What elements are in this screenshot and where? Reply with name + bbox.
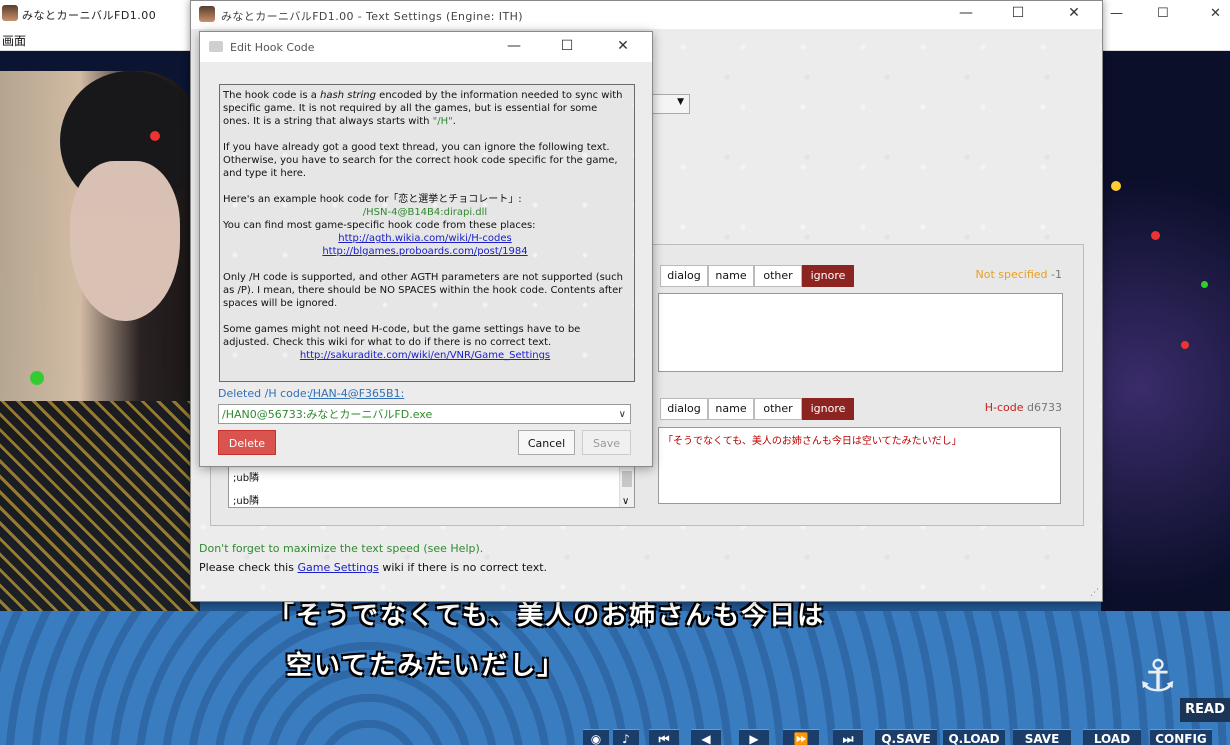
qload-button[interactable]: Q.LOAD xyxy=(943,729,1005,745)
help-emphasis: hash string xyxy=(320,90,376,101)
thread-status-label: H-code xyxy=(984,401,1024,414)
wiki-hint: Please check this Game Settings wiki if … xyxy=(199,561,547,574)
thread-status-value: -1 xyxy=(1051,268,1062,281)
speed-hint: Don't forget to maximize the text speed … xyxy=(199,542,484,555)
role-dialog-button[interactable]: dialog xyxy=(660,398,708,420)
maximize-icon[interactable]: ☐ xyxy=(1157,6,1169,21)
help-paragraph: You can find most game-specific hook cod… xyxy=(223,220,536,231)
list-item: ;ub隣 xyxy=(233,473,260,484)
role-name-button[interactable]: name xyxy=(708,265,754,287)
agth-wiki-link[interactable]: http://agth.wikia.com/wiki/H-codes xyxy=(223,232,627,245)
thread1-roles: dialog name other ignore Not specified -… xyxy=(660,265,1062,287)
minimize-icon[interactable]: — xyxy=(499,38,529,54)
skip-next-icon[interactable]: ⏭ xyxy=(833,729,863,745)
minimize-icon[interactable]: — xyxy=(1110,6,1123,21)
game-window-title: みなとカーニバルFD1.00 xyxy=(22,9,157,22)
chevron-down-icon[interactable]: ∨ xyxy=(619,405,626,425)
close-icon[interactable]: ✕ xyxy=(1059,5,1089,21)
scene-night-lights xyxy=(1101,51,1230,611)
decor-light xyxy=(1181,341,1189,349)
dialog-line: 空いてたみたいだし」 xyxy=(286,651,566,681)
thread2-status: H-code d6733 xyxy=(910,401,1062,414)
wiki-hint-suffix: wiki if there is no correct text. xyxy=(378,561,548,574)
settings-window-title: みなとカーニバルFD1.00 - Text Settings (Engine: … xyxy=(221,10,523,23)
character-face xyxy=(70,161,180,321)
thread-status-label: Not specified xyxy=(975,268,1048,281)
help-paragraph: The hook code is a hash string encoded b… xyxy=(223,89,627,128)
deleted-hcode-link[interactable]: /HAN-4@F365B1: xyxy=(309,387,404,400)
game-settings-wiki-link[interactable]: http://sakuradite.com/wiki/en/VNR/Game_S… xyxy=(223,349,627,362)
voice-icon[interactable]: ♪ xyxy=(613,729,639,745)
hook-dialog-title: Edit Hook Code xyxy=(230,41,315,54)
scrollbar-thumb[interactable] xyxy=(622,471,632,487)
decor-light xyxy=(1151,231,1160,240)
cancel-button[interactable]: Cancel xyxy=(518,430,575,455)
role-other-button[interactable]: other xyxy=(754,398,802,420)
decor-light xyxy=(1111,181,1121,191)
decor-light xyxy=(150,131,160,141)
qsave-button[interactable]: Q.SAVE xyxy=(875,729,937,745)
thread2-text-box[interactable]: 「そうでなくても、美人のお姉さんも今日は空いてたみたいだし」 xyxy=(658,427,1061,504)
role-name-button[interactable]: name xyxy=(708,398,754,420)
thread-text-list[interactable]: ;ub隣 ;ub隣 ∨ xyxy=(228,462,635,508)
example-hook-code: /HSN-4@B14B4:dirapi.dll xyxy=(223,206,627,219)
thread2-roles: dialog name other ignore H-code d6733 xyxy=(660,398,1062,420)
auto-icon[interactable]: ◉ xyxy=(583,729,609,745)
decor-light xyxy=(1201,281,1208,288)
game-app-icon xyxy=(2,5,18,21)
example-code-text: /HSN-4@B14B4:dirapi.dll xyxy=(362,207,488,218)
maximize-icon[interactable]: ☐ xyxy=(552,38,582,54)
character-portrait xyxy=(0,71,200,661)
hook-code-value: /HAN0@56733:みなとカーニバルFD.exe xyxy=(222,408,433,421)
game-settings-wiki-row: http://sakuradite.com/wiki/en/VNR/Game_S… xyxy=(223,349,627,362)
role-dialog-button[interactable]: dialog xyxy=(660,265,708,287)
blgames-link[interactable]: http://blgames.proboards.com/post/1984 xyxy=(223,245,627,258)
thread1-status: Not specified -1 xyxy=(910,268,1062,281)
hook-code-combobox[interactable]: /HAN0@56733:みなとカーニバルFD.exe ∨ xyxy=(218,404,631,424)
decor-light xyxy=(30,371,44,385)
help-text: The hook code is a xyxy=(223,90,321,101)
game-settings-link[interactable]: Game Settings xyxy=(297,561,378,574)
engine-select-dropdown[interactable] xyxy=(648,94,690,114)
fast-forward-icon[interactable]: ⏩ xyxy=(783,729,819,745)
help-paragraph: Here's an example hook code for「恋と選挙とチョコ… xyxy=(223,194,522,205)
hook-help-text: The hook code is a hash string encoded b… xyxy=(219,84,635,382)
settings-titlebar: みなとカーニバルFD1.00 - Text Settings (Engine: … xyxy=(191,1,1102,29)
hook-dialog-titlebar: Edit Hook Code — ☐ ✕ xyxy=(200,32,652,62)
thread1-text-box[interactable] xyxy=(658,293,1063,372)
help-paragraph: Some games might not need H-code, but th… xyxy=(223,324,581,348)
role-ignore-button[interactable]: ignore xyxy=(802,398,854,420)
role-ignore-button[interactable]: ignore xyxy=(802,265,854,287)
deleted-hcode-label: Deleted /H code: xyxy=(218,387,311,400)
blgames-link-row: http://blgames.proboards.com/post/1984 xyxy=(223,245,627,258)
delete-button[interactable]: Delete xyxy=(218,430,276,455)
save-button[interactable]: Save xyxy=(582,430,631,455)
dialog-icon xyxy=(209,41,223,52)
wiki-hint-prefix: Please check this xyxy=(199,561,298,574)
play-icon[interactable]: ▶ xyxy=(739,729,769,745)
list-scrollbar[interactable]: ∨ xyxy=(619,463,634,507)
maximize-icon[interactable]: ☐ xyxy=(1003,5,1033,21)
close-icon[interactable]: ✕ xyxy=(1210,6,1221,21)
help-paragraph: If you have already got a good text thre… xyxy=(223,142,618,179)
save-game-button[interactable]: SAVE xyxy=(1013,729,1071,745)
thread-status-value: d6733 xyxy=(1027,401,1062,414)
resize-grip-icon[interactable]: ⋰ xyxy=(1090,588,1228,743)
back-icon[interactable]: ◀ xyxy=(691,729,721,745)
close-icon[interactable]: ✕ xyxy=(608,38,638,54)
role-other-button[interactable]: other xyxy=(754,265,802,287)
scroll-down-icon[interactable]: ∨ xyxy=(622,496,629,507)
hcodes-link-row: http://agth.wikia.com/wiki/H-codes xyxy=(223,232,627,245)
edit-hook-code-dialog: Edit Hook Code — ☐ ✕ The hook code is a … xyxy=(199,31,653,467)
help-text: . xyxy=(452,116,456,127)
help-paragraph: Only /H code is supported, and other AGT… xyxy=(223,272,623,309)
minimize-icon[interactable]: — xyxy=(951,5,981,21)
settings-app-icon xyxy=(199,6,215,22)
menu-item-screen[interactable]: 画面 xyxy=(2,32,26,49)
skip-back-icon[interactable]: ⏮ xyxy=(649,729,679,745)
help-code: "/H" xyxy=(432,116,453,127)
list-item: ;ub隣 xyxy=(233,496,260,507)
game-dialog-text: 「そうでなくても、美人のお姉さんも今日は 空いてたみたいだし」 xyxy=(268,591,968,691)
